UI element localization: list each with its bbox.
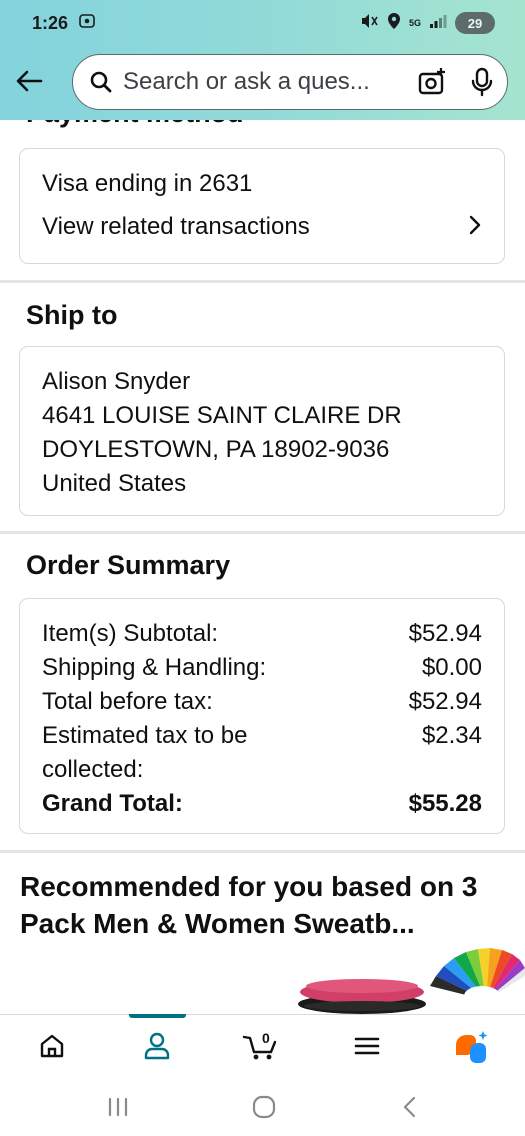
payment-card: Visa ending in 2631 View related transac… xyxy=(19,148,505,264)
payment-method-heading: Payment method xyxy=(26,120,244,129)
recent-apps-icon xyxy=(108,1097,128,1117)
summary-value: $52.94 xyxy=(408,620,482,647)
summary-row-subtotal: Item(s) Subtotal: $52.94 xyxy=(42,617,482,651)
signal-icon xyxy=(429,13,447,34)
app-header: 1:26 5G 29 Search or ask a ques... xyxy=(0,0,525,120)
chevron-right-icon xyxy=(468,214,482,241)
summary-row-grand-total: Grand Total: $55.28 xyxy=(42,787,482,821)
grand-total-label: Grand Total: xyxy=(42,790,183,817)
home-circle-icon xyxy=(252,1095,276,1119)
order-summary-heading: Order Summary xyxy=(26,550,231,580)
summary-label: Estimated tax to be collected: xyxy=(42,722,248,783)
battery-indicator: 29 xyxy=(455,12,495,34)
back-button[interactable] xyxy=(10,62,48,100)
recommended-product-image[interactable] xyxy=(296,942,525,1014)
microphone-icon[interactable] xyxy=(471,67,493,97)
payment-card-text: Visa ending in 2631 xyxy=(42,170,253,197)
camera-search-icon[interactable] xyxy=(417,67,447,97)
status-time: 1:26 xyxy=(32,12,69,33)
system-navigation-bar xyxy=(0,1076,525,1136)
nav-cart-button[interactable]: 0 xyxy=(232,1015,292,1077)
battery-level: 29 xyxy=(467,15,483,31)
summary-label: Item(s) Subtotal: xyxy=(42,620,219,647)
order-summary-card: Item(s) Subtotal: $52.94 Shipping & Hand… xyxy=(19,598,505,834)
address-card: Alison Snyder 4641 LOUISE SAINT CLAIRE D… xyxy=(19,346,505,516)
person-icon xyxy=(144,1032,170,1060)
order-details-content: Payment method Visa ending in 2631 View … xyxy=(0,120,525,1014)
address-street: 4641 LOUISE SAINT CLAIRE DR xyxy=(42,402,402,429)
recommendations-title: Recommended for you based on 3 Pack Men … xyxy=(20,871,478,939)
summary-label: Total before tax: xyxy=(42,688,213,715)
section-divider xyxy=(0,850,525,853)
menu-icon xyxy=(354,1037,380,1055)
section-divider xyxy=(0,280,525,283)
nav-rufus-button[interactable] xyxy=(442,1015,502,1077)
address-city: DOYLESTOWN, PA 18902-9036 xyxy=(42,436,390,463)
back-arrow-icon xyxy=(16,70,43,92)
address-country: United States xyxy=(42,470,187,497)
home-system-button[interactable] xyxy=(244,1092,284,1122)
summary-label: Shipping & Handling: xyxy=(42,654,267,681)
summary-value: $0.00 xyxy=(421,654,482,681)
nav-account-button[interactable] xyxy=(127,1015,187,1077)
search-input[interactable] xyxy=(123,68,409,96)
network-type: 5G xyxy=(408,18,421,28)
location-icon xyxy=(387,12,401,35)
summary-value: $2.34 xyxy=(421,722,482,749)
system-back-button[interactable] xyxy=(390,1092,430,1122)
chevron-left-icon xyxy=(403,1096,416,1118)
summary-row-before-tax: Total before tax: $52.94 xyxy=(42,685,482,719)
section-divider xyxy=(0,531,525,534)
ship-to-heading: Ship to xyxy=(26,300,118,330)
view-transactions-label: View related transactions xyxy=(42,213,310,240)
cart-count-badge: 0 xyxy=(262,1030,270,1046)
nav-menu-button[interactable] xyxy=(337,1015,397,1077)
rufus-icon xyxy=(456,1031,488,1063)
recent-apps-button[interactable] xyxy=(98,1092,138,1122)
grand-total-value: $55.28 xyxy=(408,790,482,817)
nav-home-button[interactable] xyxy=(22,1015,82,1077)
summary-row-shipping: Shipping & Handling: $0.00 xyxy=(42,651,482,685)
screen-record-icon xyxy=(78,12,96,35)
summary-value: $52.94 xyxy=(408,688,482,715)
home-icon xyxy=(40,1034,64,1058)
search-icon xyxy=(89,70,113,94)
recipient-name: Alison Snyder xyxy=(42,368,191,395)
view-transactions-link[interactable]: View related transactions xyxy=(42,210,482,244)
status-bar: 1:26 5G 29 xyxy=(0,0,525,46)
bottom-navigation: 0 xyxy=(0,1014,525,1076)
search-bar[interactable] xyxy=(72,54,508,110)
mute-icon xyxy=(359,12,379,35)
summary-row-tax: Estimated tax to be collected: $2.34 xyxy=(42,719,482,787)
